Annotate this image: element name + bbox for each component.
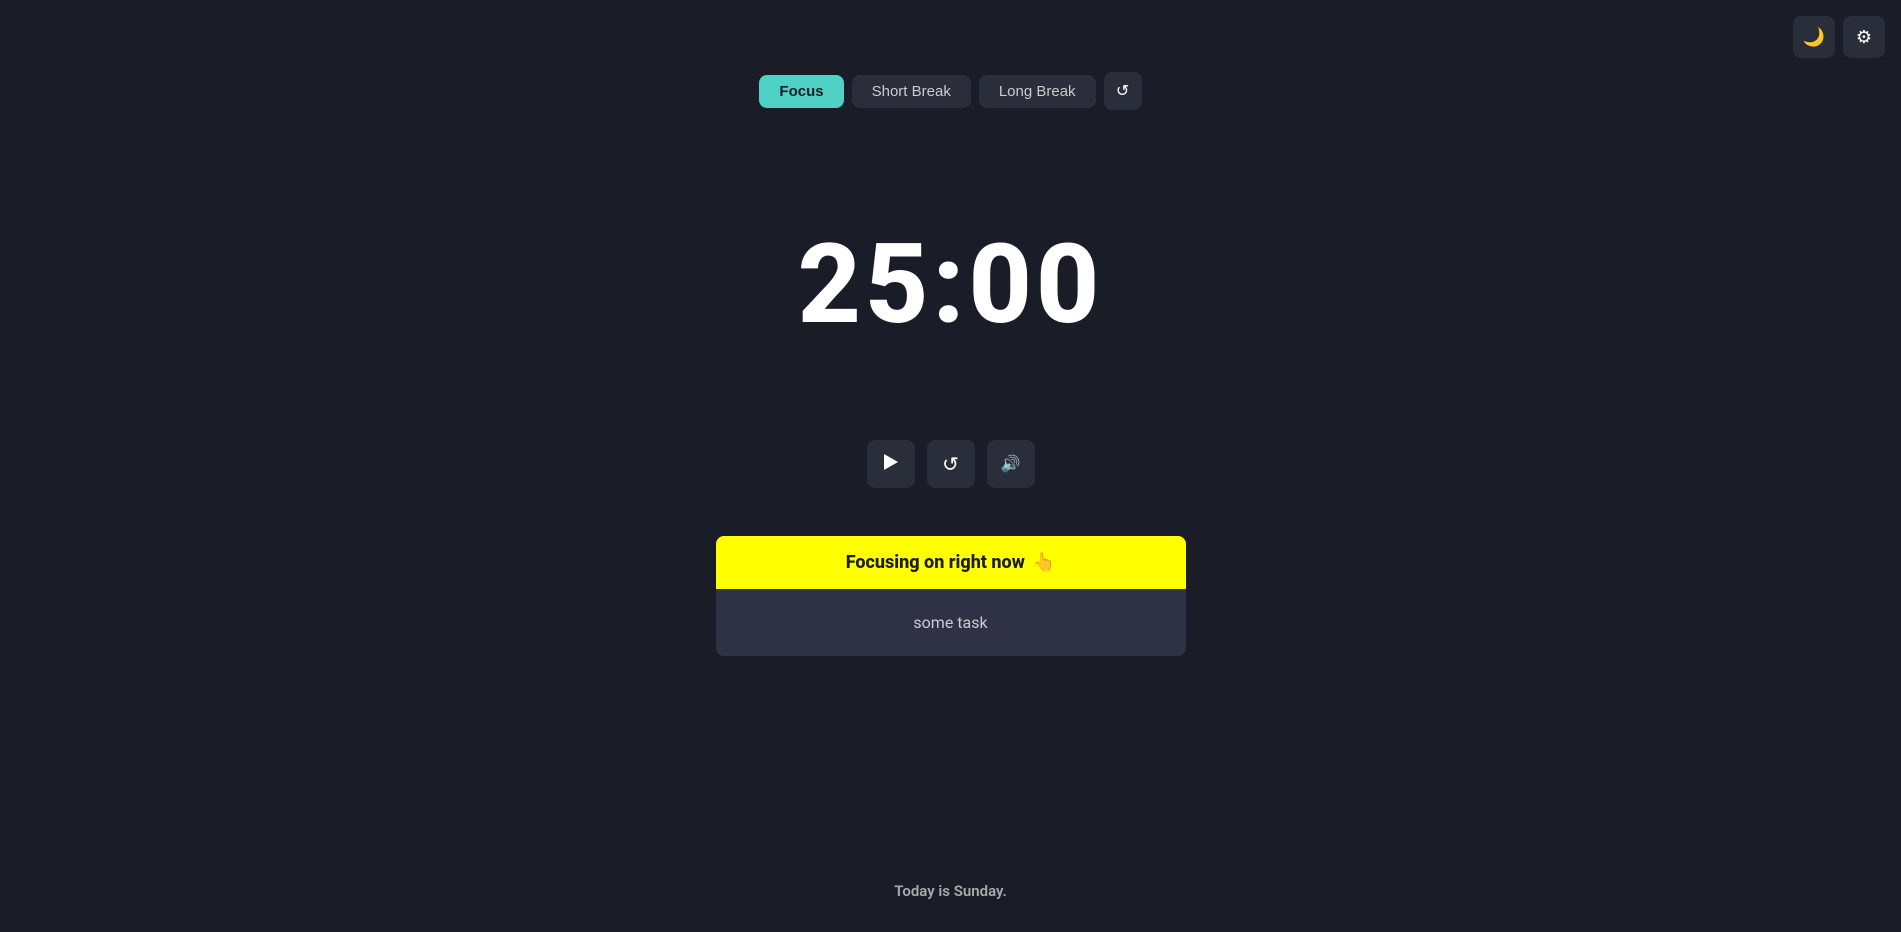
- mode-tabs: Focus Short Break Long Break ↺: [759, 72, 1141, 110]
- timer-value: 25:00: [798, 220, 1104, 349]
- controls-row: ↺ 🔊: [867, 440, 1035, 488]
- tab-focus-label: Focus: [779, 83, 823, 100]
- mode-reset-icon: ↺: [1116, 81, 1129, 101]
- timer-display: 25:00: [798, 230, 1104, 340]
- focus-card: Focusing on right now 👆 some task: [716, 536, 1186, 656]
- dark-mode-button[interactable]: 🌙: [1793, 16, 1835, 58]
- reset-icon: ↺: [942, 452, 959, 477]
- focus-header-text: Focusing on right now: [846, 552, 1025, 573]
- focus-task-text: some task: [913, 613, 987, 632]
- play-button[interactable]: [867, 440, 915, 488]
- settings-button[interactable]: ⚙: [1843, 16, 1885, 58]
- tab-short-break[interactable]: Short Break: [852, 75, 971, 108]
- top-controls: 🌙 ⚙: [1793, 16, 1885, 58]
- focus-header[interactable]: Focusing on right now 👆: [716, 536, 1186, 589]
- settings-icon: ⚙: [1856, 27, 1872, 48]
- reset-button[interactable]: ↺: [927, 440, 975, 488]
- play-icon: [884, 454, 898, 475]
- tab-long-break[interactable]: Long Break: [979, 75, 1096, 108]
- sound-button[interactable]: 🔊: [987, 440, 1035, 488]
- footer-text: Today is Sunday.: [894, 882, 1006, 900]
- moon-icon: 🌙: [1803, 27, 1825, 48]
- tab-short-break-label: Short Break: [872, 83, 951, 100]
- cursor-icon: 👆: [1033, 552, 1055, 573]
- tab-long-break-label: Long Break: [999, 83, 1076, 100]
- sound-icon: 🔊: [1001, 454, 1021, 474]
- focus-body: some task: [716, 589, 1186, 656]
- footer: Today is Sunday.: [894, 882, 1006, 900]
- mode-reset-button[interactable]: ↺: [1104, 72, 1142, 110]
- tab-focus[interactable]: Focus: [759, 75, 843, 108]
